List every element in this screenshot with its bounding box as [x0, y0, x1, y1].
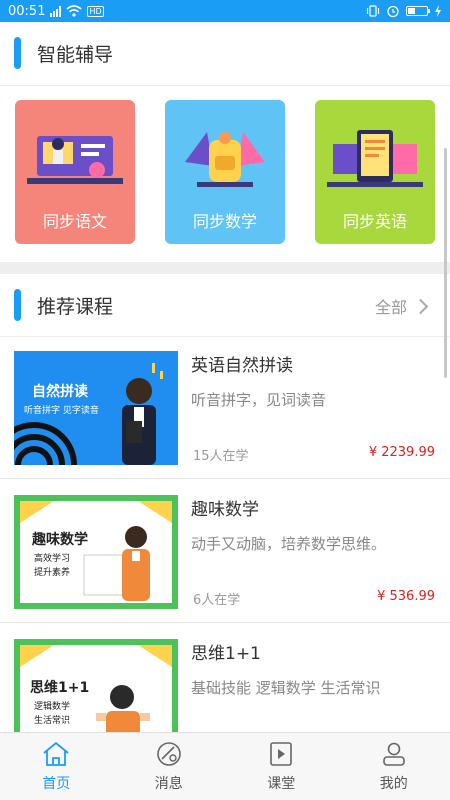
section-separator: [0, 262, 450, 274]
card-chinese[interactable]: 同步语文: [15, 100, 135, 244]
english-illustration-icon: [327, 130, 423, 187]
status-right: [366, 4, 442, 18]
section-accent: [14, 289, 21, 321]
status-bar: 00:51 HD: [0, 0, 450, 22]
view-all-link[interactable]: 全部: [374, 294, 429, 318]
course-item[interactable]: 趣味数学 高效学习 提升素养 趣味数学 动手又动脑，培养数学思维。 6人在学 ¥…: [0, 481, 450, 623]
card-math[interactable]: 同步数学: [165, 100, 285, 244]
tutoring-header: 智能辅导: [0, 22, 450, 84]
course-thumbnail: 自然拼读 听音拼字 见字读音: [14, 351, 178, 465]
course-description: 听音拼字，见词读音: [191, 391, 327, 409]
math-illustration-icon: [185, 132, 265, 187]
course-description: 基础技能 逻辑数学 生活常识: [191, 679, 381, 697]
course-item[interactable]: 自然拼读 听音拼字 见字读音 英语自然拼读 听音拼字，见词读音 15人在学 ¥ …: [0, 337, 450, 479]
profile-icon: [382, 742, 405, 766]
chinese-illustration-icon: [27, 136, 123, 184]
chevron-right-icon: [412, 298, 429, 314]
course-title: 趣味数学: [191, 500, 259, 520]
vibrate-icon: [366, 5, 380, 17]
tab-label: 消息: [154, 776, 183, 792]
status-left: 00:51 HD: [8, 4, 104, 19]
tab-classroom[interactable]: 课堂: [225, 733, 338, 800]
section-accent: [14, 37, 21, 69]
view-all-label: 全部: [374, 298, 407, 317]
scrollbar[interactable]: [444, 148, 447, 378]
card-label: 同步语文: [42, 212, 107, 231]
card-label: 同步数学: [192, 212, 257, 231]
course-title: 思维1+1: [191, 644, 261, 664]
thumb-subtitle: 听音拼字 见字读音: [24, 406, 99, 416]
tab-home[interactable]: 首页: [0, 733, 113, 800]
tab-messages[interactable]: 消息: [113, 733, 226, 800]
alarm-icon: [387, 5, 399, 18]
thumb-title: 自然拼读: [32, 384, 88, 400]
network-badge: HD: [87, 5, 104, 17]
tab-label: 我的: [379, 776, 408, 792]
course-students: 6人在学: [193, 593, 241, 608]
thumb-subtitle-2: 生活常识: [34, 716, 71, 726]
course-price: ¥ 2239.99: [368, 445, 435, 460]
card-label: 同步英语: [342, 212, 407, 231]
thumb-title: 思维1+1: [30, 680, 90, 696]
recommended-title: 推荐课程: [37, 295, 114, 318]
signal-icon: [50, 5, 62, 17]
battery-icon: [406, 6, 430, 16]
course-price: ¥ 536.99: [377, 589, 435, 604]
tab-label: 首页: [42, 776, 71, 792]
course-thumbnail: 趣味数学 高效学习 提升素养: [14, 495, 178, 609]
course-description: 动手又动脑，培养数学思维。: [191, 535, 387, 553]
course-title: 英语自然拼读: [191, 356, 293, 376]
course-thumbnail: 思维1+1 逻辑数学 生活常识: [14, 639, 178, 732]
tab-label: 课堂: [267, 776, 296, 792]
classroom-icon: [270, 742, 293, 766]
thumb-subtitle-2: 提升素养: [34, 568, 71, 578]
tutoring-title: 智能辅导: [37, 43, 114, 66]
divider: [0, 85, 450, 86]
thumb-subtitle: 逻辑数学: [34, 702, 71, 712]
thumb-subtitle: 高效学习: [34, 554, 71, 564]
recommended-header: 推荐课程 全部: [0, 274, 450, 336]
card-english[interactable]: 同步英语: [315, 100, 435, 244]
tab-profile[interactable]: 我的: [338, 733, 450, 800]
wifi-icon: [66, 5, 82, 17]
bottom-tab-bar: 首页 消息 课堂 我的: [0, 732, 450, 800]
course-students: 15人在学: [193, 449, 249, 464]
course-item[interactable]: 思维1+1 逻辑数学 生活常识 思维1+1 基础技能 逻辑数学 生活常识: [0, 625, 450, 732]
message-icon: [156, 742, 181, 766]
thumb-title: 趣味数学: [32, 532, 88, 548]
home-icon: [43, 741, 69, 766]
status-time: 00:51: [8, 3, 46, 19]
charging-icon: [435, 5, 441, 17]
